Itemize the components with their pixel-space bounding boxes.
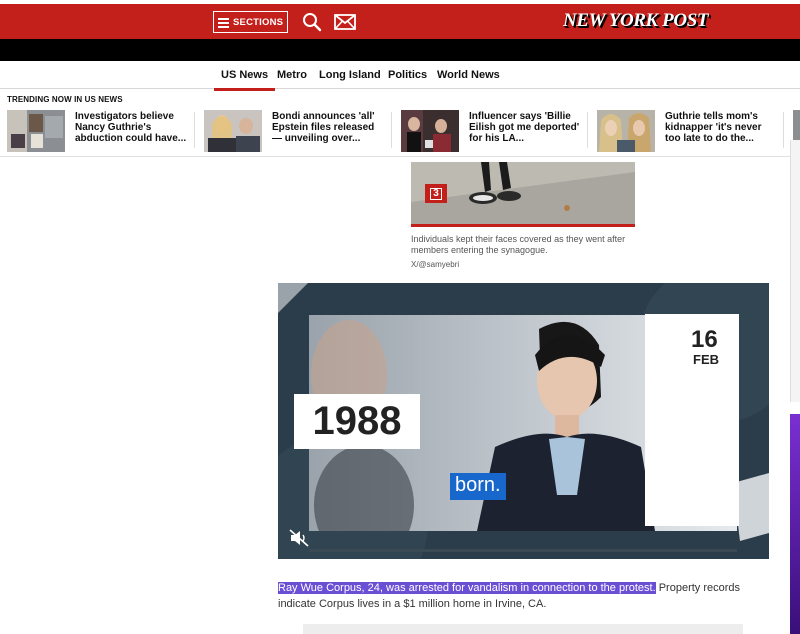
divider [194, 112, 195, 148]
trending-title[interactable]: Influencer says 'Billie Eilish got me de… [469, 111, 581, 144]
sections-label: SECTIONS [233, 16, 284, 28]
trending-thumbnail [597, 110, 655, 152]
divider [391, 112, 392, 148]
sidebar-ad[interactable] [790, 414, 800, 634]
date-card: 16 FEB [645, 314, 739, 526]
divider [783, 112, 784, 148]
trending-title[interactable]: Bondi announces 'all' Epstein files rele… [272, 111, 384, 144]
video-player[interactable]: 16 FEB 1988 born. [278, 283, 769, 559]
date-day: 16 [691, 326, 718, 353]
menu-icon [218, 17, 229, 28]
subnav-politics[interactable]: Politics [388, 69, 427, 81]
sections-button[interactable]: SECTIONS [213, 11, 288, 33]
trending-label: TRENDING NOW IN US NEWS [7, 95, 123, 104]
black-banner [0, 39, 800, 61]
video-progress-bar[interactable] [309, 549, 737, 552]
content-placeholder [303, 624, 743, 634]
photo-accent-bar [411, 224, 635, 227]
trending-thumbnail [401, 110, 459, 152]
trending-bar: Investigators believe Nancy Guthrie's ab… [0, 104, 800, 157]
trending-thumbnail [7, 110, 65, 152]
highlighted-text: Ray Wue Corpus, 24, was arrested for van… [278, 582, 656, 594]
subnav: US News Metro Long Island Politics World… [0, 61, 800, 91]
trending-title[interactable]: Investigators believe Nancy Guthrie's ab… [75, 111, 187, 144]
article-paragraph: Ray Wue Corpus, 24, was arrested for van… [278, 580, 768, 612]
year-card: 1988 [294, 394, 420, 449]
site-header: SECTIONS NEW YORK POST [0, 4, 800, 39]
divider [587, 112, 588, 148]
mail-icon[interactable] [334, 14, 356, 30]
mute-icon[interactable] [289, 529, 309, 547]
photo-caption: Individuals kept their faces covered as … [411, 234, 626, 255]
subnav-world-news[interactable]: World News [437, 69, 500, 81]
date-month: FEB [693, 352, 719, 367]
gallery-count: 3 [430, 187, 442, 200]
subnav-us-news[interactable]: US News [213, 69, 276, 91]
search-icon[interactable] [302, 12, 322, 32]
site-logo[interactable]: NEW YORK POST [563, 10, 708, 32]
sidebar-ad-edge [790, 140, 800, 402]
video-subtitle: born. [450, 473, 506, 500]
subnav-long-island[interactable]: Long Island [319, 69, 381, 81]
gallery-count-badge[interactable]: 3 [425, 184, 447, 203]
trending-thumbnail [204, 110, 262, 152]
trending-title[interactable]: Guthrie tells mom's kidnapper 'it's neve… [665, 111, 777, 144]
subnav-metro[interactable]: Metro [277, 69, 307, 81]
photo-credit: X/@samyebri [411, 260, 460, 269]
